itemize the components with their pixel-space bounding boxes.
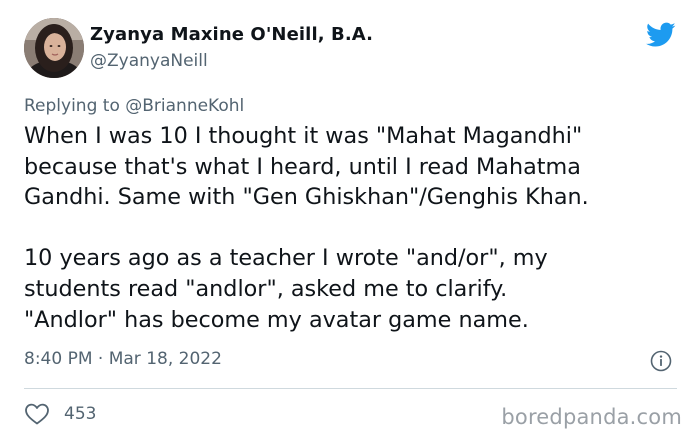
- info-icon[interactable]: [650, 350, 672, 372]
- tweet-text-line: students read "andlor", asked me to clar…: [24, 275, 508, 302]
- tweet-text-line: Gandhi. Same with "Gen Ghiskhan"/Genghis…: [24, 184, 589, 211]
- replying-prefix: Replying to: [24, 96, 126, 116]
- replying-to: Replying to @BrianneKohl: [24, 96, 244, 116]
- meta-separator: ·: [92, 349, 109, 369]
- heart-icon: [25, 403, 49, 425]
- tweet-date: Mar 18, 2022: [108, 349, 222, 369]
- divider: [24, 388, 677, 389]
- avatar-image: [24, 18, 84, 78]
- tweet-text-line: because that's what I heard, until I rea…: [24, 153, 581, 180]
- like-button[interactable]: 453: [24, 400, 96, 428]
- watermark: boredpanda.com: [501, 405, 682, 429]
- avatar[interactable]: [24, 18, 84, 78]
- paragraph-break: [24, 213, 684, 244]
- reply-mention-link[interactable]: @BrianneKohl: [125, 96, 244, 116]
- tweet-header: Zyanya Maxine O'Neill, B.A. @ZyanyaNeill: [24, 18, 680, 80]
- tweet-card: Zyanya Maxine O'Neill, B.A. @ZyanyaNeill…: [0, 0, 700, 441]
- twitter-bird-icon[interactable]: [646, 22, 676, 48]
- tweet-timestamp[interactable]: 8:40 PM · Mar 18, 2022: [24, 349, 222, 369]
- like-count: 453: [64, 404, 97, 424]
- author-name[interactable]: Zyanya Maxine O'Neill, B.A.: [90, 24, 373, 45]
- tweet-text-line: 10 years ago as a teacher I wrote "and/o…: [24, 245, 548, 272]
- tweet-text-line: When I was 10 I thought it was "Mahat Ma…: [24, 123, 583, 149]
- tweet-time: 8:40 PM: [24, 349, 93, 369]
- tweet-text: When I was 10 I thought it was "Mahat Ma…: [24, 121, 684, 335]
- author-handle[interactable]: @ZyanyaNeill: [90, 51, 208, 71]
- tweet-text-line: "Andlor" has become my avatar game name.: [24, 306, 529, 333]
